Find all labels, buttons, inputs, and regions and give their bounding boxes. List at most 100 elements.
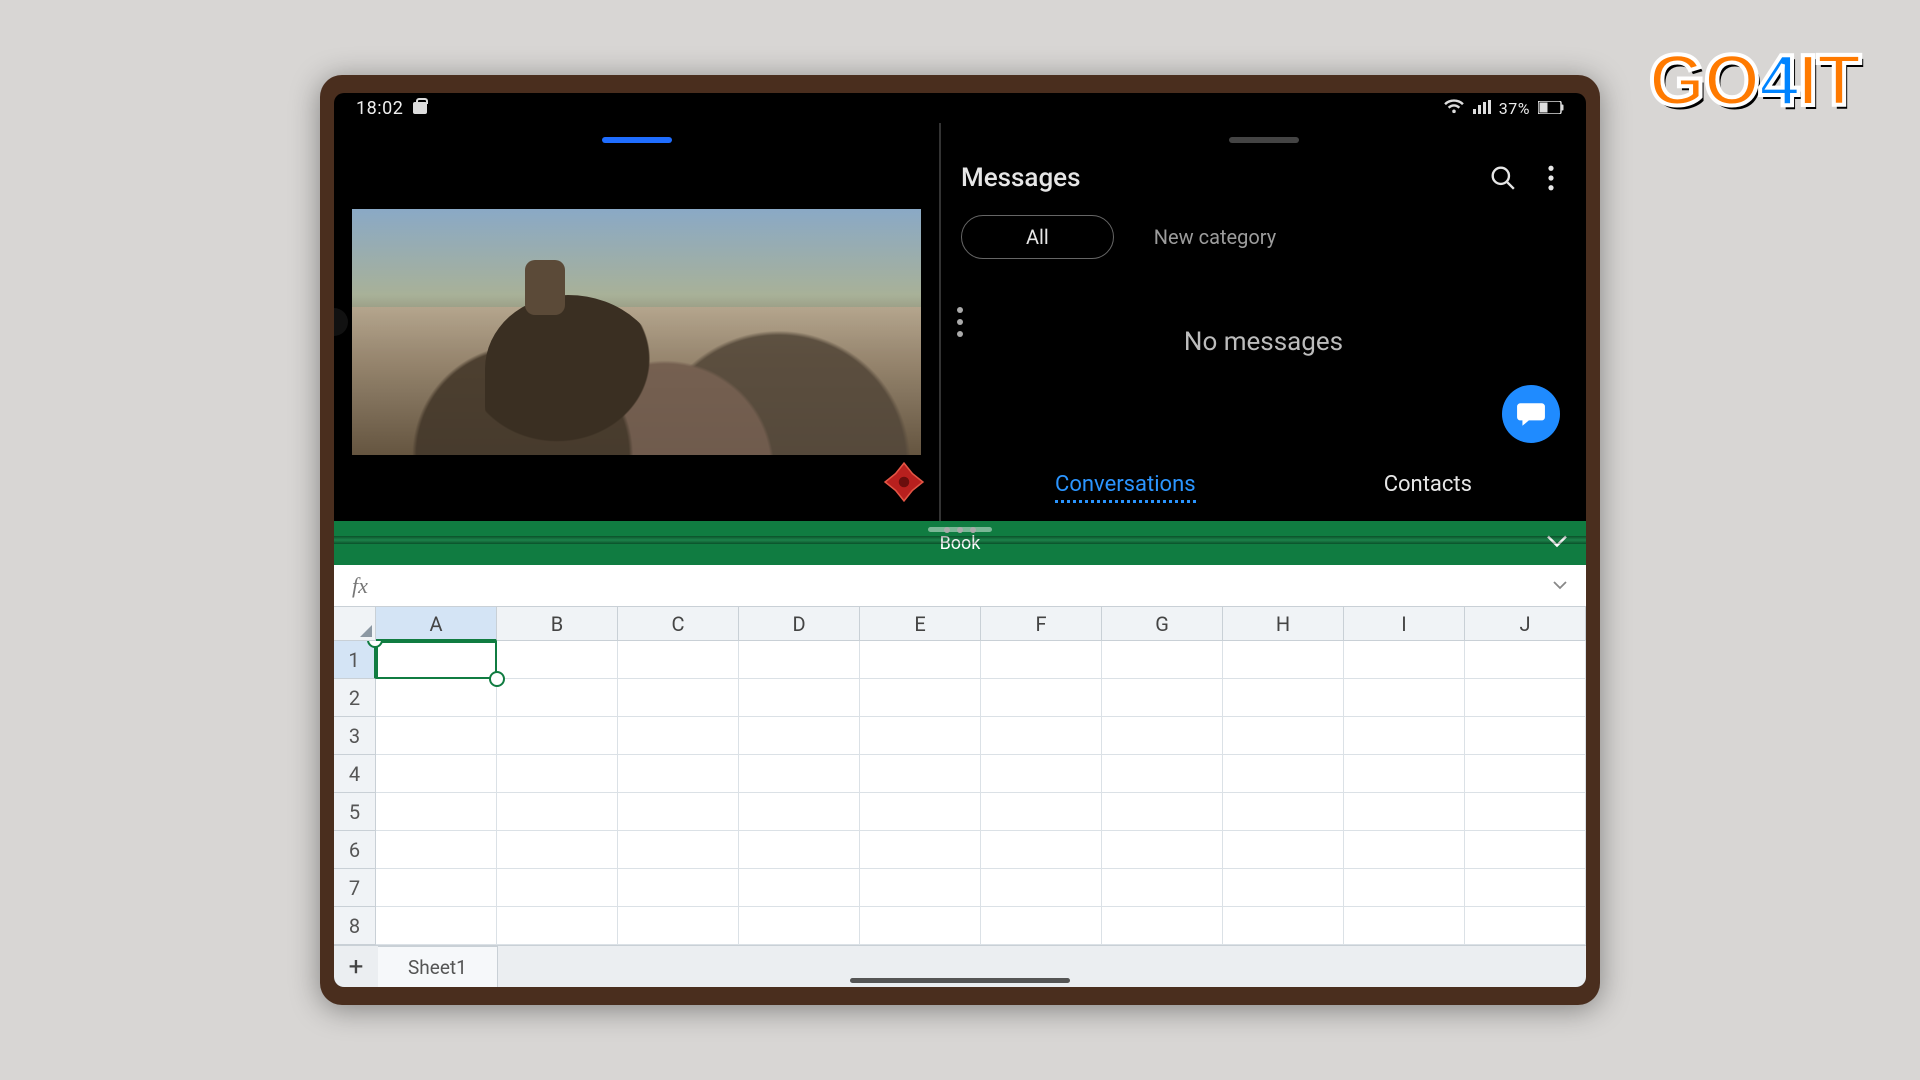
cell[interactable] bbox=[860, 869, 981, 907]
column-header[interactable]: D bbox=[739, 607, 860, 641]
cell[interactable] bbox=[981, 679, 1102, 717]
cell[interactable] bbox=[376, 869, 497, 907]
cell[interactable] bbox=[618, 717, 739, 755]
cell[interactable] bbox=[860, 717, 981, 755]
cell[interactable] bbox=[739, 755, 860, 793]
row-header[interactable]: 2 bbox=[334, 679, 376, 717]
new-category-button[interactable]: New category bbox=[1154, 225, 1276, 249]
cell[interactable] bbox=[981, 793, 1102, 831]
cell[interactable] bbox=[1223, 907, 1344, 945]
cell[interactable] bbox=[497, 641, 618, 679]
cell[interactable] bbox=[618, 907, 739, 945]
cell[interactable] bbox=[860, 679, 981, 717]
cell[interactable] bbox=[1102, 717, 1223, 755]
add-sheet-button[interactable]: + bbox=[334, 946, 378, 988]
cell[interactable] bbox=[497, 755, 618, 793]
cell[interactable] bbox=[497, 907, 618, 945]
cell[interactable] bbox=[739, 907, 860, 945]
cell[interactable] bbox=[860, 907, 981, 945]
fx-expand-icon[interactable] bbox=[1552, 577, 1568, 595]
cell[interactable] bbox=[1102, 793, 1223, 831]
cell[interactable] bbox=[376, 717, 497, 755]
horizontal-resize-handle[interactable] bbox=[944, 527, 976, 533]
cell[interactable] bbox=[1223, 831, 1344, 869]
cell[interactable] bbox=[618, 869, 739, 907]
row-header[interactable]: 5 bbox=[334, 793, 376, 831]
cell[interactable] bbox=[739, 641, 860, 679]
selection-handle-icon[interactable] bbox=[489, 671, 505, 687]
cell[interactable] bbox=[981, 641, 1102, 679]
cell[interactable] bbox=[618, 831, 739, 869]
row-header[interactable]: 8 bbox=[334, 907, 376, 945]
column-header[interactable]: B bbox=[497, 607, 618, 641]
cell[interactable] bbox=[1223, 641, 1344, 679]
cell[interactable] bbox=[1102, 869, 1223, 907]
cell[interactable] bbox=[1465, 679, 1586, 717]
column-header[interactable]: C bbox=[618, 607, 739, 641]
video-thumbnail[interactable] bbox=[352, 209, 921, 456]
cell[interactable] bbox=[981, 907, 1102, 945]
cell[interactable] bbox=[739, 793, 860, 831]
cell[interactable] bbox=[1344, 755, 1465, 793]
cell[interactable] bbox=[981, 831, 1102, 869]
cell[interactable] bbox=[1223, 679, 1344, 717]
cell[interactable] bbox=[739, 869, 860, 907]
cell[interactable] bbox=[1223, 793, 1344, 831]
cell[interactable] bbox=[1465, 717, 1586, 755]
cell[interactable] bbox=[1102, 641, 1223, 679]
cell[interactable] bbox=[1344, 641, 1465, 679]
video-pane[interactable] bbox=[334, 123, 941, 521]
cell[interactable] bbox=[1223, 869, 1344, 907]
cell[interactable] bbox=[618, 641, 739, 679]
cell[interactable] bbox=[497, 831, 618, 869]
cell[interactable] bbox=[1102, 679, 1223, 717]
column-header[interactable]: J bbox=[1465, 607, 1586, 641]
cell[interactable] bbox=[1344, 869, 1465, 907]
tab-contacts[interactable]: Contacts bbox=[1384, 472, 1472, 503]
formula-bar[interactable]: fx bbox=[334, 565, 1586, 607]
cell[interactable] bbox=[1465, 793, 1586, 831]
cell[interactable] bbox=[1465, 641, 1586, 679]
row-header[interactable]: 4 bbox=[334, 755, 376, 793]
cell[interactable] bbox=[1344, 717, 1465, 755]
home-indicator[interactable] bbox=[850, 978, 1070, 983]
cell[interactable] bbox=[376, 907, 497, 945]
cell[interactable] bbox=[1344, 831, 1465, 869]
column-header[interactable]: E bbox=[860, 607, 981, 641]
select-all-corner[interactable] bbox=[334, 607, 376, 641]
cell[interactable] bbox=[981, 755, 1102, 793]
cell[interactable] bbox=[1223, 755, 1344, 793]
row-header[interactable]: 7 bbox=[334, 869, 376, 907]
cell[interactable] bbox=[981, 717, 1102, 755]
cell[interactable] bbox=[1465, 755, 1586, 793]
column-header[interactable]: F bbox=[981, 607, 1102, 641]
cell[interactable] bbox=[1102, 831, 1223, 869]
column-header[interactable]: H bbox=[1223, 607, 1344, 641]
cell[interactable] bbox=[376, 793, 497, 831]
cell[interactable] bbox=[376, 755, 497, 793]
cell[interactable] bbox=[739, 679, 860, 717]
compose-fab[interactable] bbox=[1502, 385, 1560, 443]
cell[interactable] bbox=[1344, 793, 1465, 831]
cell[interactable] bbox=[497, 869, 618, 907]
tab-conversations[interactable]: Conversations bbox=[1055, 472, 1196, 503]
cell[interactable] bbox=[1465, 831, 1586, 869]
cell[interactable] bbox=[1465, 869, 1586, 907]
cell[interactable] bbox=[739, 717, 860, 755]
column-header[interactable]: I bbox=[1344, 607, 1465, 641]
row-header[interactable]: 3 bbox=[334, 717, 376, 755]
cell[interactable] bbox=[376, 831, 497, 869]
cell[interactable] bbox=[981, 869, 1102, 907]
cell[interactable] bbox=[376, 679, 497, 717]
cell[interactable] bbox=[497, 679, 618, 717]
cell[interactable] bbox=[860, 793, 981, 831]
cell[interactable] bbox=[497, 717, 618, 755]
cell[interactable] bbox=[1223, 717, 1344, 755]
cell[interactable] bbox=[1344, 679, 1465, 717]
cell[interactable] bbox=[860, 641, 981, 679]
app-drag-handle[interactable] bbox=[602, 137, 672, 143]
column-header[interactable]: A bbox=[376, 607, 497, 641]
cell[interactable] bbox=[618, 793, 739, 831]
cell[interactable] bbox=[739, 831, 860, 869]
cell[interactable] bbox=[1102, 907, 1223, 945]
